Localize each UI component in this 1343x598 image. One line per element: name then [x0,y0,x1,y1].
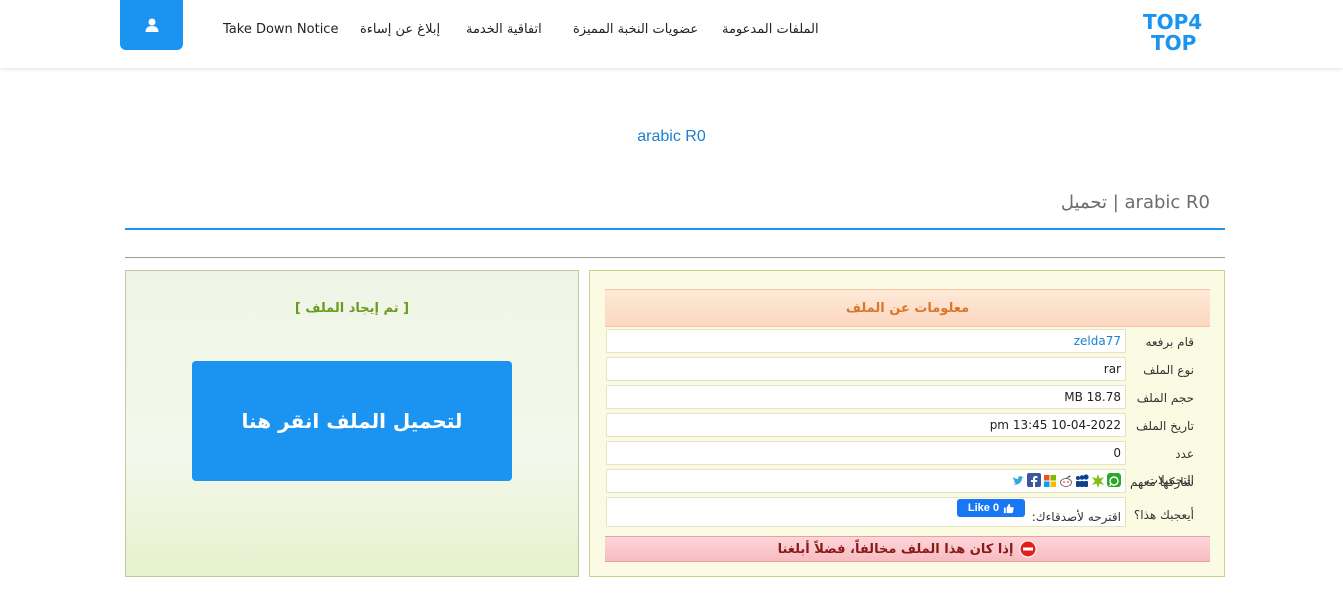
no-entry-icon [1019,540,1037,558]
row-like: اقترحه لأصدقاءك: Like 0 أيعجبك هذا؟ [605,497,1210,529]
site-header: Take Down Notice إبلاغ عن إساءة اتفاقية … [0,0,1343,68]
like-label: أيعجبك هذا؟ [1133,508,1194,522]
user-menu-button[interactable] [120,0,183,50]
heading-divider [125,228,1225,230]
row-file-date: 10-04-2022 13:45 pm تاريخ الملف [605,413,1210,439]
download-button[interactable]: لتحميل الملف انقر هنا [192,361,512,481]
report-text: إذا كان هذا الملف مخالفاً، فضلاً أبلغنا [777,541,1014,557]
thumbs-up-icon [1004,503,1014,513]
section-divider [125,257,1225,258]
file-size-label: حجم الملف [1136,391,1194,405]
report-file-link[interactable]: إذا كان هذا الملف مخالفاً، فضلاً أبلغنا [605,536,1210,562]
facebook-like-button[interactable]: Like 0 [957,499,1025,517]
row-file-size: MB 18.78 حجم الملف [605,385,1210,411]
share-label: شاركها معهم [1130,475,1194,489]
nav-take-down-notice[interactable]: Take Down Notice [223,22,338,37]
facebook-icon[interactable] [1027,473,1041,488]
digg-icon[interactable] [1091,473,1105,488]
uploader-value[interactable]: zelda77 [606,329,1126,353]
row-download-count: 0 عدد التحميلات [605,441,1210,487]
file-date-value: 10-04-2022 13:45 pm [606,413,1126,437]
file-found-text: [ تم إيجاد الملف ] [294,301,410,316]
top4top-logo[interactable]: TOP4 TOP [1143,10,1217,54]
windows-live-icon[interactable] [1043,473,1057,487]
reddit-icon[interactable] [1059,473,1073,487]
user-icon [145,18,158,32]
download-count-value: 0 [606,441,1126,465]
svg-text:TOP: TOP [1151,31,1196,54]
file-date-label: تاريخ الملف [1135,419,1194,433]
twitter-icon[interactable] [1011,473,1025,487]
row-uploader: zelda77 قام برفعه [605,329,1210,355]
row-share: شاركها معهم [605,469,1210,495]
file-info-header: معلومات عن الملف [605,289,1210,327]
nav-elite-memberships[interactable]: عضويات النخبة المميزة [573,22,698,37]
file-type-label: نوع الملف [1143,363,1194,377]
page-heading: arabic R0 | تحميل [1060,192,1210,213]
nav-report-abuse[interactable]: إبلاغ عن إساءة [360,22,440,37]
file-size-value: MB 18.78 [606,385,1126,409]
row-file-type: rar نوع الملف [605,357,1210,383]
suggest-text: اقترحه لأصدقاءك: [1031,510,1121,524]
file-info-panel: معلومات عن الملف zelda77 قام برفعه rar ن… [589,270,1225,577]
myspace-icon[interactable] [1075,473,1089,487]
file-type-value: rar [606,357,1126,381]
like-box: اقترحه لأصدقاءك: Like 0 [606,497,1126,527]
download-count-label: عدد التحميلات [1146,447,1194,487]
uploader-label: قام برفعه [1145,335,1194,349]
nav-supported-files[interactable]: الملفات المدعومة [722,22,819,37]
download-panel: [ تم إيجاد الملف ] لتحميل الملف انقر هنا [125,270,579,577]
like-count: Like 0 [967,502,1000,514]
whatsapp-icon[interactable] [1107,473,1121,487]
file-title-link[interactable]: arabic R0 [0,128,1343,146]
nav-terms-of-service[interactable]: اتفاقية الخدمة [466,22,542,37]
share-icons-box [606,469,1126,493]
